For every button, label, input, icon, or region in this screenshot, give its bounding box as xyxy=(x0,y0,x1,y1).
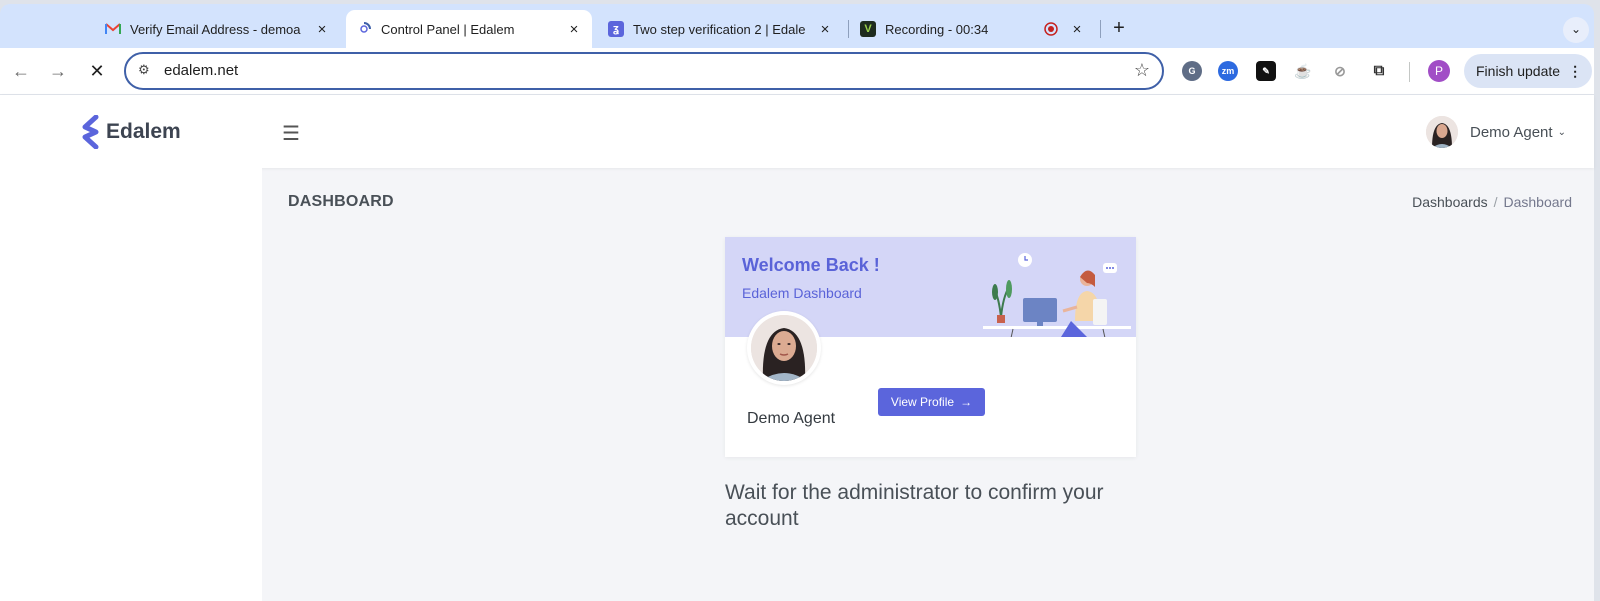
stop-loading-icon[interactable]: ✕ xyxy=(84,58,110,84)
welcome-title: Welcome Back ! xyxy=(742,255,880,275)
url-text[interactable]: edalem.net xyxy=(164,62,238,79)
coffee-extension-icon[interactable]: ☕ xyxy=(1293,61,1313,81)
gmail-icon xyxy=(105,21,121,37)
tab-verify-email[interactable]: Verify Email Address - demoa × xyxy=(95,10,340,48)
tab-title: Control Panel | Edalem xyxy=(381,21,515,37)
close-icon[interactable]: × xyxy=(1069,21,1085,38)
page-title: DASHBOARD xyxy=(288,193,394,210)
bookmark-star-icon[interactable]: ☆ xyxy=(1134,60,1150,81)
edalem-logo-icon xyxy=(82,115,99,149)
finish-update-label: Finish update xyxy=(1476,63,1561,79)
address-bar[interactable]: ⚙ edalem.net ☆ xyxy=(124,52,1164,90)
site-settings-icon[interactable]: ⚙ xyxy=(138,62,150,78)
avatar xyxy=(1426,116,1458,148)
browser-tab-bar: Verify Email Address - demoa × Control P… xyxy=(0,4,1594,48)
tab-title: Verify Email Address - demoa xyxy=(130,21,301,37)
welcome-subtitle: Edalem Dashboard xyxy=(742,285,862,301)
logo-text: Edalem xyxy=(106,120,181,143)
tab-two-step[interactable]: ʓ Two step verification 2 | Edale × xyxy=(598,10,843,48)
tab-separator xyxy=(1100,20,1101,38)
more-menu-icon: ⋮ xyxy=(1568,62,1583,79)
tab-title: Recording - 00:34 xyxy=(885,21,989,37)
tab-control-panel[interactable]: Control Panel | Edalem × xyxy=(346,10,592,48)
extensions-puzzle-icon[interactable]: ⧉ xyxy=(1369,61,1389,81)
top-navbar: Edalem ☰ Demo Agent ⌄ xyxy=(0,95,1594,168)
tab-search-button[interactable]: ⌄ xyxy=(1563,17,1589,43)
agent-name: Demo Agent xyxy=(747,410,836,427)
breadcrumb-separator: / xyxy=(1493,194,1498,210)
finish-update-button[interactable]: Finish update ⋮ xyxy=(1464,54,1592,88)
view-profile-button[interactable]: View Profile → xyxy=(878,388,985,416)
extension-icon[interactable]: G xyxy=(1182,61,1202,81)
pen-extension-icon[interactable]: ✎ xyxy=(1256,61,1276,81)
vidyard-icon: V xyxy=(860,21,876,37)
arrow-right-icon: → xyxy=(960,395,973,409)
view-profile-label: View Profile xyxy=(890,395,955,409)
user-name: Demo Agent xyxy=(1470,123,1553,141)
web-page: Edalem ☰ Demo Agent ⌄ DASHBOARD Dashboar… xyxy=(0,95,1594,601)
workspace-illustration xyxy=(983,253,1131,337)
chevron-down-icon: ⌄ xyxy=(1557,126,1566,138)
close-icon[interactable]: × xyxy=(314,21,330,38)
toolbar-separator xyxy=(1409,62,1410,82)
close-icon[interactable]: × xyxy=(817,21,833,38)
breadcrumb-item[interactable]: Dashboards xyxy=(1412,194,1488,210)
new-tab-button[interactable]: + xyxy=(1107,16,1131,40)
compass-extension-icon[interactable]: ⊘ xyxy=(1330,61,1350,81)
recording-icon xyxy=(1043,21,1059,37)
welcome-card: Welcome Back ! Edalem Dashboard Demo Age… xyxy=(725,237,1136,457)
tab-recording[interactable]: V Recording - 00:34 × xyxy=(850,10,1095,48)
loading-icon xyxy=(356,21,372,37)
user-dropdown[interactable]: Demo Agent ⌄ xyxy=(1426,116,1566,148)
tab-separator xyxy=(848,20,849,38)
profile-avatar xyxy=(747,311,821,385)
breadcrumb-current: Dashboard xyxy=(1503,194,1573,210)
browser-toolbar: ← → ✕ ⚙ edalem.net ☆ G zm ✎ ☕ ⊘ ⧉ P Fini… xyxy=(0,48,1594,94)
menu-toggle-icon[interactable]: ☰ xyxy=(282,121,300,146)
forward-icon[interactable]: → xyxy=(45,58,71,84)
profile-avatar[interactable]: P xyxy=(1428,60,1450,82)
breadcrumb: Dashboards / Dashboard xyxy=(1412,194,1572,210)
sidebar xyxy=(0,168,262,601)
zoom-extension-icon[interactable]: zm xyxy=(1218,61,1238,81)
logo[interactable]: Edalem xyxy=(80,115,181,149)
edalem-favicon: ʓ xyxy=(608,21,624,37)
back-icon[interactable]: ← xyxy=(8,58,34,84)
pending-approval-message: Wait for the administrator to confirm yo… xyxy=(725,481,1104,530)
close-icon[interactable]: × xyxy=(566,21,582,38)
tab-title: Two step verification 2 | Edale xyxy=(633,21,806,37)
